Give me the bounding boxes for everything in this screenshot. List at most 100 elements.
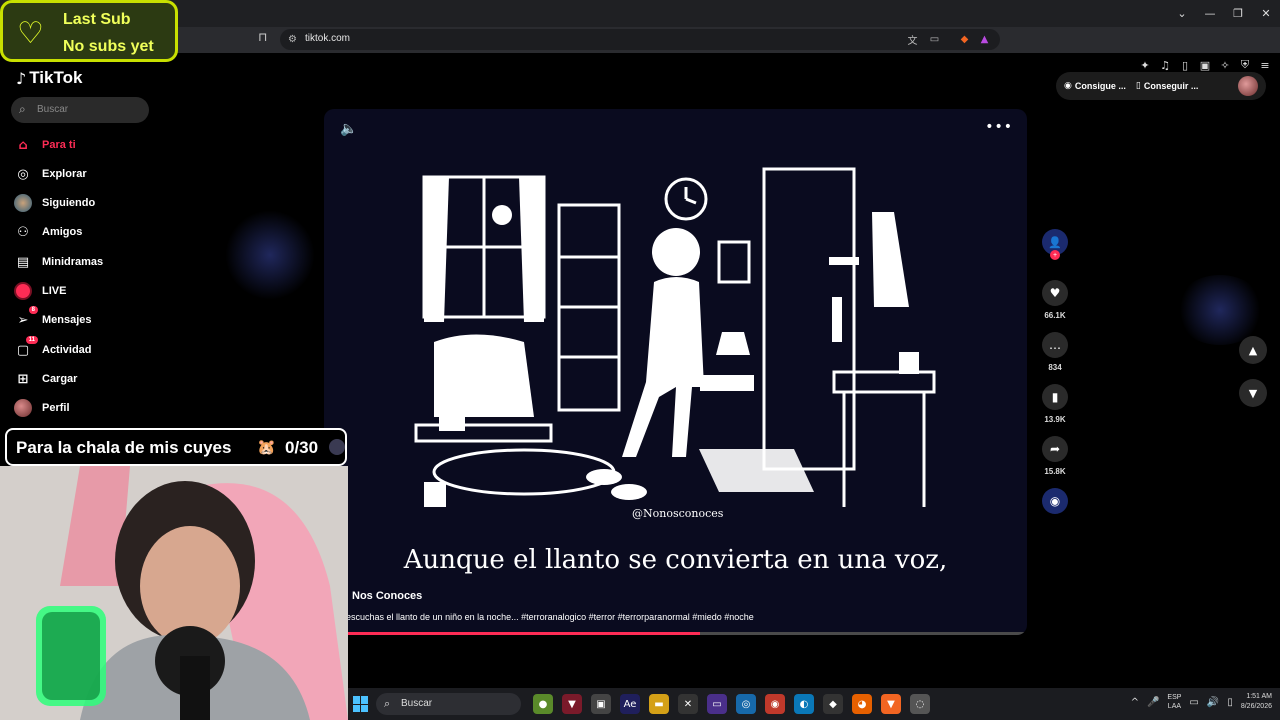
url-field[interactable]: ⚙ tiktok.com 文 ▭ ◆ ▲: [280, 29, 1000, 50]
sidebar-item-minidramas[interactable]: ▤ Minidramas: [14, 251, 103, 273]
share-action[interactable]: ➦ 15.8K: [1040, 436, 1070, 476]
share-count: 15.8K: [1044, 467, 1066, 476]
webcam-feed: [0, 466, 348, 720]
sidebar-item-para-ti[interactable]: ⌂ Para ti: [14, 134, 75, 156]
video-progress-bar[interactable]: [346, 632, 1027, 635]
sidebar-item-explorar[interactable]: ◎ Explorar: [14, 163, 86, 185]
tiktok-note-icon: ♪: [16, 68, 27, 88]
network-icon[interactable]: ▭: [1189, 697, 1198, 708]
keyboard-label: LAA: [1167, 703, 1182, 710]
browser-addressbar: ⚙ tiktok.com 文 ▭ ◆ ▲ ✦ ♫ ▯ ▣ ✧ ⛨ ≡: [0, 27, 1280, 72]
goal-progress-dot: [329, 439, 345, 455]
minimize-icon[interactable]: —: [1196, 0, 1224, 27]
taskbar-search[interactable]: ⌕ Buscar: [376, 693, 521, 715]
sidebar-icon[interactable]: ▯: [1178, 58, 1192, 72]
music-disc-icon[interactable]: ◉: [1042, 488, 1068, 514]
cast-icon[interactable]: ▭: [928, 33, 941, 46]
bookmark-icon[interactable]: ⊓: [258, 30, 267, 44]
app-icon[interactable]: ▼: [562, 694, 582, 714]
obs-icon[interactable]: ◌: [910, 694, 930, 714]
top-right-actions: ◉ Consigue ... ▯ Conseguir ...: [1056, 72, 1266, 100]
language-indicator[interactable]: ESP LAA: [1167, 693, 1181, 711]
heart-icon[interactable]: ♥: [1042, 280, 1068, 306]
volume-icon[interactable]: 🔊: [1207, 697, 1219, 708]
windows-start-icon[interactable]: [353, 696, 369, 712]
sidebar-item-perfil[interactable]: Perfil: [14, 397, 70, 419]
firefox-icon[interactable]: ◕: [852, 694, 872, 714]
edge-icon[interactable]: ◐: [794, 694, 814, 714]
brave-icon[interactable]: ▼: [881, 694, 901, 714]
follow-plus-icon[interactable]: +: [1050, 250, 1060, 260]
get-app-button[interactable]: ▯ Conseguir ...: [1136, 81, 1198, 91]
app-icon[interactable]: ▣: [591, 694, 611, 714]
comment-action[interactable]: … 834: [1040, 332, 1070, 372]
taskbar-search-placeholder: Buscar: [401, 698, 433, 709]
music-icon[interactable]: ♫: [1158, 58, 1172, 72]
app-icon[interactable]: ✕: [678, 694, 698, 714]
translate-icon[interactable]: 文: [906, 33, 919, 47]
coin-icon: ◉: [1064, 81, 1072, 91]
menu-icon[interactable]: ≡: [1258, 58, 1272, 72]
app-icon[interactable]: ●: [533, 694, 553, 714]
sidebar-item-siguiendo[interactable]: Siguiendo: [14, 192, 95, 214]
video-author[interactable]: Nos Conoces: [352, 590, 422, 602]
close-icon[interactable]: ✕: [1252, 0, 1280, 27]
file-explorer-icon[interactable]: ▬: [649, 694, 669, 714]
battery-icon[interactable]: ▯: [1227, 697, 1233, 708]
app-icon[interactable]: ◎: [736, 694, 756, 714]
after-effects-icon[interactable]: Ae: [620, 694, 640, 714]
chrome-icon[interactable]: ◉: [765, 694, 785, 714]
microphone-icon[interactable]: 🎤: [1147, 697, 1159, 708]
video-caption[interactable]: escuchas el llanto de un niño en la noch…: [346, 612, 754, 622]
tiktok-logo-text: TikTok: [29, 68, 83, 87]
get-coins-label: Consigue ...: [1074, 81, 1126, 91]
search-placeholder: Buscar: [37, 104, 69, 115]
maximize-icon[interactable]: ❐: [1224, 0, 1252, 27]
tray-overflow-icon[interactable]: ^: [1131, 697, 1139, 708]
sidebar-item-label: Perfil: [42, 402, 70, 414]
sidebar-item-label: Siguiendo: [42, 197, 96, 209]
extensions-icon[interactable]: ✦: [1138, 58, 1152, 72]
sidebar-item-amigos[interactable]: ⚇ Amigos: [14, 221, 82, 243]
brave-rewards-icon[interactable]: ▲: [978, 33, 991, 46]
wallet-icon[interactable]: ▣: [1198, 58, 1212, 72]
save-action[interactable]: ▮ 13.9K: [1040, 384, 1070, 424]
share-icon[interactable]: ➦: [1042, 436, 1068, 462]
vpn-icon[interactable]: ⛨: [1238, 58, 1252, 72]
comment-icon[interactable]: …: [1042, 332, 1068, 358]
video-progress-fill: [346, 632, 701, 635]
search-input[interactable]: ⌕ Buscar: [11, 97, 149, 123]
profile-avatar[interactable]: [1238, 76, 1258, 96]
video-player[interactable]: 🔈 ••• @Nonosconoces Aunque el llanto se …: [324, 109, 1027, 635]
site-info-icon[interactable]: ⚙: [286, 33, 299, 46]
previous-video-button[interactable]: ▲: [1239, 336, 1267, 364]
sidebar-item-live[interactable]: LIVE: [14, 280, 66, 302]
app-icon[interactable]: ◆: [823, 694, 843, 714]
leo-ai-icon[interactable]: ✧: [1218, 58, 1232, 72]
brave-shield-icon[interactable]: ◆: [958, 33, 971, 46]
tab-search-icon[interactable]: ⌄: [1168, 0, 1196, 27]
volume-icon[interactable]: 🔈: [340, 121, 357, 137]
app-icon[interactable]: ▭: [707, 694, 727, 714]
sound-disc[interactable]: ◉: [1040, 488, 1070, 514]
creator-avatar[interactable]: 👤 +: [1042, 229, 1068, 260]
upload-icon: ⊞: [17, 371, 29, 387]
url-text[interactable]: tiktok.com: [305, 33, 350, 44]
clock[interactable]: 1:51 AM 8/26/2026: [1241, 692, 1272, 712]
sidebar-item-label: LIVE: [42, 285, 67, 297]
messages-badge: 8: [28, 306, 38, 314]
sidebar-item-cargar[interactable]: ⊞ Cargar: [14, 368, 78, 390]
bookmark-save-icon[interactable]: ▮: [1042, 384, 1068, 410]
like-action[interactable]: ♥ 66.1K: [1040, 280, 1070, 320]
sidebar-item-mensajes[interactable]: ➢ 8 Mensajes: [14, 306, 92, 331]
last-sub-value: No subs yet: [63, 38, 154, 55]
sidebar-item-actividad[interactable]: ▢ 11 Actividad: [14, 336, 92, 361]
language-label: ESP: [1167, 694, 1182, 701]
more-options-icon[interactable]: •••: [985, 119, 1013, 135]
taskbar-apps: ● ▼ ▣ Ae ▬ ✕ ▭ ◎ ◉ ◐ ◆ ◕ ▼ ◌: [533, 694, 930, 714]
next-video-button[interactable]: ▼: [1239, 379, 1267, 407]
sidebar-item-label: Actividad: [42, 344, 92, 356]
like-count: 66.1K: [1044, 311, 1066, 320]
tiktok-logo[interactable]: ♪ TikTok: [16, 68, 82, 88]
get-coins-button[interactable]: ◉ Consigue ...: [1064, 81, 1126, 91]
